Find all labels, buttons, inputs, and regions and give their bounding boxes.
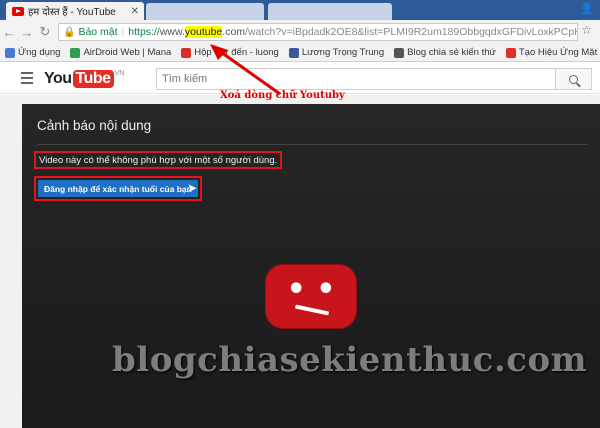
bookmarks-bar: Ứng dụng AirDroid Web | Mana Hộp thư đến… xyxy=(0,44,600,62)
airdroid-icon xyxy=(70,47,81,58)
sad-youtube-icon: • • xyxy=(265,264,357,329)
mouse-cursor-icon: ➤ xyxy=(187,181,198,195)
lock-icon[interactable]: 🔒 xyxy=(63,27,75,38)
blog-icon xyxy=(394,47,405,58)
bookmark-effects[interactable]: Tạo Hiệu Ứng Mặt N xyxy=(501,47,600,58)
logo-tube: Tube xyxy=(72,70,114,88)
url-tld: .com xyxy=(222,26,246,38)
warning-message: Video này có thể không phù hợp với một s… xyxy=(34,151,283,169)
watermark: blogchiasekienthuc.com xyxy=(112,340,588,380)
bookmark-airdroid[interactable]: AirDroid Web | Mana xyxy=(65,47,176,58)
gmail-icon xyxy=(181,47,192,58)
back-icon[interactable]: ← xyxy=(0,25,18,40)
user-icon[interactable]: 👤 xyxy=(580,2,594,16)
reload-icon[interactable]: ↻ xyxy=(36,24,54,40)
url-path: /watch?v=iBpdadk2OE8&list=PLMI9R2um189Ob… xyxy=(245,26,578,38)
secure-label: Bảo mật xyxy=(78,26,118,38)
youtube-logo[interactable]: You Tube VN xyxy=(44,70,124,88)
star-icon[interactable]: ☆ xyxy=(581,23,592,37)
forward-icon[interactable]: → xyxy=(18,25,36,40)
address-separator: | xyxy=(121,26,125,38)
bookmark-label: AirDroid Web | Mana xyxy=(83,47,172,58)
address-bar[interactable]: 🔒 Bảo mật | https:// www. youtube .com /… xyxy=(58,23,578,41)
bookmark-apps[interactable]: Ứng dụng xyxy=(0,47,65,58)
logo-region: VN xyxy=(114,70,125,77)
video-player[interactable]: Cảnh báo nội dung Video này có thể không… xyxy=(22,104,600,428)
tab-title: हम दोस्त हैं - YouTube xyxy=(28,7,116,18)
tab-strip: हम दोस्त हैं - YouTube ✕ 👤 xyxy=(0,0,600,20)
youtube-favicon-icon xyxy=(12,6,24,16)
signin-highlight: Đăng nhập để xác nhận tuổi của bạn xyxy=(34,176,202,201)
bookmark-label: Tạo Hiệu Ứng Mặt N xyxy=(518,47,600,58)
url-scheme: https:// xyxy=(128,26,160,38)
close-icon[interactable]: ✕ xyxy=(131,6,139,17)
warning-title: Cảnh báo nội dung xyxy=(37,118,152,133)
tab-second[interactable] xyxy=(268,3,392,20)
tab-youtube[interactable]: हम दोस्त हैं - YouTube ✕ xyxy=(6,2,144,20)
divider xyxy=(37,144,587,145)
bookmark-label: Blog chia sẻ kiến thứ xyxy=(407,47,496,58)
logo-you: You xyxy=(44,70,72,87)
url-host: youtube xyxy=(184,26,223,38)
bookmark-label: Ứng dụng xyxy=(18,47,61,58)
bookmark-blog[interactable]: Blog chia sẻ kiến thứ xyxy=(389,47,501,58)
search-button[interactable] xyxy=(556,68,592,90)
tab-blank[interactable] xyxy=(146,3,264,20)
annotation-text: Xoá dòng chữ Youtuby xyxy=(220,90,345,101)
bookmark-label: Lương Trọng Trung xyxy=(301,47,385,58)
search-icon xyxy=(569,74,578,84)
facebook-icon xyxy=(288,47,299,58)
apps-grid-icon xyxy=(5,47,15,58)
menu-icon[interactable] xyxy=(21,72,33,87)
signin-confirm-age-button[interactable]: Đăng nhập để xác nhận tuổi của bạn xyxy=(38,180,198,197)
url-www: www. xyxy=(159,26,185,38)
browser-toolbar: ← → ↻ 🔒 Bảo mật | https:// www. youtube … xyxy=(0,20,600,44)
youtube-icon xyxy=(505,47,516,58)
bookmark-facebook[interactable]: Lương Trọng Trung xyxy=(284,47,389,58)
